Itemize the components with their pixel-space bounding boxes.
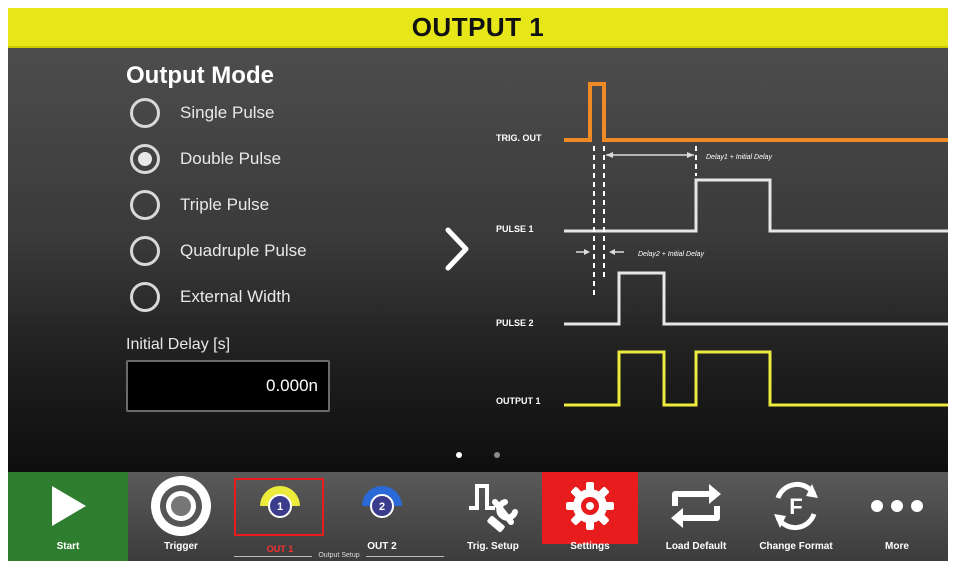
more-button[interactable]: More bbox=[852, 472, 942, 561]
radio-label: External Width bbox=[180, 287, 291, 306]
out2-button[interactable]: 2 OUT 2 bbox=[338, 472, 426, 561]
page-indicator[interactable] bbox=[494, 452, 500, 458]
signal-label-pulse-2: PULSE 2 bbox=[496, 318, 534, 328]
page-title: OUTPUT 1 bbox=[8, 8, 948, 48]
radio-button[interactable] bbox=[130, 190, 160, 220]
app-window: OUTPUT 1 Output Mode Single Pulse Double… bbox=[8, 8, 948, 561]
radio-button[interactable] bbox=[130, 236, 160, 266]
radio-external-width[interactable]: External Width bbox=[130, 282, 291, 312]
initial-delay-input[interactable]: 0.000n bbox=[126, 360, 330, 412]
radio-quadruple-pulse[interactable]: Quadruple Pulse bbox=[130, 236, 307, 266]
gear-icon bbox=[564, 472, 616, 540]
radio-label: Single Pulse bbox=[180, 103, 275, 122]
divider bbox=[366, 556, 444, 557]
svg-text:F: F bbox=[789, 494, 802, 519]
radio-triple-pulse[interactable]: Triple Pulse bbox=[130, 190, 269, 220]
chevron-right-icon[interactable] bbox=[442, 224, 472, 274]
toolbar-label: Change Format bbox=[759, 541, 833, 552]
svg-text:2: 2 bbox=[379, 501, 385, 513]
toolbar-label: Load Default bbox=[665, 541, 727, 552]
output-1-waveform bbox=[564, 350, 948, 407]
radio-label: Quadruple Pulse bbox=[180, 241, 307, 260]
trig-out-waveform bbox=[564, 82, 948, 142]
radio-button-selected[interactable] bbox=[130, 144, 160, 174]
trigger-button[interactable]: Trigger bbox=[136, 472, 226, 561]
timing-diagram: TRIG. OUT PULSE 1 PULSE 2 OUTPUT 1 Delay… bbox=[496, 82, 948, 407]
output-2-icon: 2 bbox=[358, 472, 406, 540]
refresh-icon bbox=[667, 472, 725, 540]
trig-setup-button[interactable]: Trig. Setup bbox=[448, 472, 538, 561]
output-setup-group: Output Setup bbox=[234, 552, 444, 561]
arrowhead bbox=[584, 249, 590, 255]
change-format-button[interactable]: F Change Format bbox=[746, 472, 846, 561]
play-icon bbox=[48, 472, 88, 540]
svg-text:1: 1 bbox=[277, 501, 283, 513]
initial-delay-label: Initial Delay [s] bbox=[126, 336, 231, 353]
more-icon bbox=[870, 472, 924, 540]
start-button[interactable]: Start bbox=[8, 472, 128, 561]
format-icon: F bbox=[768, 472, 824, 540]
toolbar-label: Settings bbox=[570, 541, 610, 552]
toolbar-label: Trig. Setup bbox=[467, 541, 519, 552]
radio-button[interactable] bbox=[130, 282, 160, 312]
output-1-icon: 1 bbox=[256, 472, 304, 540]
divider bbox=[234, 556, 312, 557]
radio-single-pulse[interactable]: Single Pulse bbox=[130, 98, 275, 128]
load-default-button[interactable]: Load Default bbox=[648, 472, 744, 561]
settings-button[interactable]: Settings bbox=[542, 472, 638, 561]
page-indicator-active[interactable] bbox=[456, 452, 462, 458]
pulse-2-waveform bbox=[564, 271, 948, 326]
bottom-toolbar: Start Trigger 1 OUT 1 2 OUT 2 Output Set… bbox=[8, 472, 948, 561]
toolbar-label: Start bbox=[56, 541, 80, 552]
delay-2-annotation: Delay2 + Initial Delay bbox=[638, 251, 704, 258]
arrowhead bbox=[609, 249, 615, 255]
delay-1-annotation: Delay1 + Initial Delay bbox=[706, 154, 772, 161]
main-panel: Output Mode Single Pulse Double Pulse Tr… bbox=[8, 48, 948, 472]
group-caption-label: Output Setup bbox=[318, 552, 360, 559]
arrowhead bbox=[687, 152, 694, 158]
signal-label-pulse-1: PULSE 1 bbox=[496, 224, 534, 234]
toolbar-label: More bbox=[885, 541, 909, 552]
output-mode-heading: Output Mode bbox=[126, 62, 274, 89]
toolbar-label: OUT 2 bbox=[367, 541, 397, 552]
trigger-icon bbox=[148, 472, 214, 540]
signal-label-output-1: OUTPUT 1 bbox=[496, 396, 541, 406]
radio-label: Double Pulse bbox=[180, 149, 282, 168]
toolbar-label: Trigger bbox=[164, 541, 198, 552]
radio-double-pulse[interactable]: Double Pulse bbox=[130, 144, 281, 174]
signal-label-trig-out: TRIG. OUT bbox=[496, 133, 542, 143]
trig-setup-icon bbox=[465, 472, 521, 540]
radio-button[interactable] bbox=[130, 98, 160, 128]
arrowhead bbox=[606, 152, 613, 158]
radio-label: Triple Pulse bbox=[180, 195, 270, 214]
pulse-1-waveform bbox=[564, 178, 948, 233]
